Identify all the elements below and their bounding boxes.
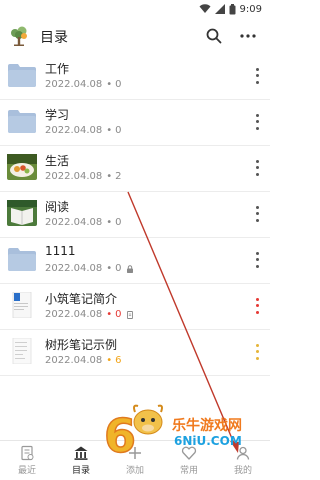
search-icon[interactable] [204, 26, 224, 46]
item-name: 生活 [45, 154, 70, 168]
list-item[interactable]: 树形笔记示例 2022.04.08 • 6 [0, 330, 270, 376]
row-more-icon[interactable] [252, 112, 262, 132]
item-count: 0 [115, 309, 122, 320]
bottom-nav: 最近 目录 添加 常用 我的 [0, 440, 270, 480]
row-more-icon[interactable] [252, 250, 262, 270]
separator-dot: • [106, 125, 113, 136]
row-more-icon[interactable] [252, 66, 262, 86]
app-screen: 9:09 目录 工作 2022.04.08 • 0 学习 2022.04.08 … [0, 0, 270, 480]
separator-dot: • [106, 217, 113, 228]
item-date: 2022.04.08 [45, 217, 103, 228]
item-meta: 2022.04.08 • 0 [45, 125, 122, 136]
item-name: 树形笔记示例 [45, 338, 118, 352]
signal-icon [214, 4, 225, 14]
item-count: 2 [115, 171, 122, 182]
item-meta: 2022.04.08 • 6 [45, 355, 122, 366]
item-meta: 2022.04.08 • 0 [45, 79, 122, 90]
nav-add[interactable]: 添加 [108, 441, 162, 480]
folder-icon [8, 110, 36, 133]
nav-catalog[interactable]: 目录 [54, 441, 108, 480]
nav-favorites[interactable]: 常用 [162, 441, 216, 480]
lock-icon [126, 264, 133, 273]
recent-icon [21, 445, 34, 461]
separator-dot: • [106, 79, 113, 90]
separator-dot: • [106, 263, 113, 274]
row-more-icon[interactable] [252, 204, 262, 224]
nav-label: 添加 [125, 466, 144, 476]
list-item[interactable]: 小筑笔记简介 2022.04.08 • 0 [0, 284, 270, 330]
list-item[interactable]: 阅读 2022.04.08 • 0 [0, 192, 270, 238]
item-date: 2022.04.08 [45, 125, 103, 136]
item-name: 小筑笔记简介 [45, 292, 118, 306]
item-name: 阅读 [45, 200, 70, 214]
list-item[interactable]: 学习 2022.04.08 • 0 [0, 100, 270, 146]
status-time: 9:09 [239, 3, 262, 15]
folder-icon [8, 248, 36, 271]
book-photo-icon [7, 200, 37, 226]
add-icon [129, 447, 141, 459]
item-date: 2022.04.08 [45, 171, 103, 182]
folder-icon [8, 64, 36, 87]
tree-logo-icon [11, 26, 27, 46]
item-date: 2022.04.08 [45, 79, 103, 90]
separator-dot: • [106, 309, 113, 320]
row-more-icon[interactable] [252, 296, 262, 316]
item-meta: 2022.04.08 • 0 [45, 217, 122, 228]
battery-icon [229, 3, 236, 14]
item-count: 0 [115, 125, 122, 136]
item-name: 学习 [45, 108, 70, 122]
doc-icon [126, 310, 133, 319]
page-title: 目录 [40, 30, 68, 46]
notebook-list: 工作 2022.04.08 • 0 学习 2022.04.08 • 0 生活 2… [0, 54, 270, 376]
item-meta: 2022.04.08 • 0 [45, 309, 134, 320]
item-meta: 2022.04.08 • 2 [45, 171, 122, 182]
item-count: 0 [115, 263, 122, 274]
nav-label: 我的 [233, 466, 252, 476]
document-icon [12, 338, 32, 364]
item-name: 1111 [45, 244, 76, 258]
wifi-icon [199, 4, 211, 13]
item-date: 2022.04.08 [45, 355, 103, 366]
item-meta: 2022.04.08 • 0 [45, 263, 134, 274]
item-date: 2022.04.08 [45, 263, 103, 274]
list-item[interactable]: 1111 2022.04.08 • 0 [0, 238, 270, 284]
catalog-icon [74, 446, 88, 460]
document-icon [12, 292, 32, 318]
food-photo-icon [7, 154, 37, 180]
item-count: 0 [115, 217, 122, 228]
separator-dot: • [106, 171, 113, 182]
item-date: 2022.04.08 [45, 309, 103, 320]
nav-profile[interactable]: 我的 [216, 441, 270, 480]
heart-icon [181, 446, 197, 460]
app-bar: 目录 [0, 18, 270, 54]
nav-label: 目录 [71, 466, 90, 476]
more-icon[interactable] [238, 26, 258, 46]
nav-recent[interactable]: 最近 [0, 441, 54, 480]
item-name: 工作 [45, 62, 70, 76]
row-more-icon[interactable] [252, 342, 262, 362]
row-more-icon[interactable] [252, 158, 262, 178]
watermark-text: 乐牛游戏网 [172, 418, 242, 434]
item-count: 6 [115, 355, 122, 366]
list-item[interactable]: 工作 2022.04.08 • 0 [0, 54, 270, 100]
status-bar: 9:09 [0, 0, 270, 18]
profile-icon [236, 446, 250, 460]
item-count: 0 [115, 79, 122, 90]
separator-dot: • [106, 355, 113, 366]
list-item[interactable]: 生活 2022.04.08 • 2 [0, 146, 270, 192]
nav-label: 最近 [17, 466, 36, 476]
nav-label: 常用 [179, 466, 198, 476]
